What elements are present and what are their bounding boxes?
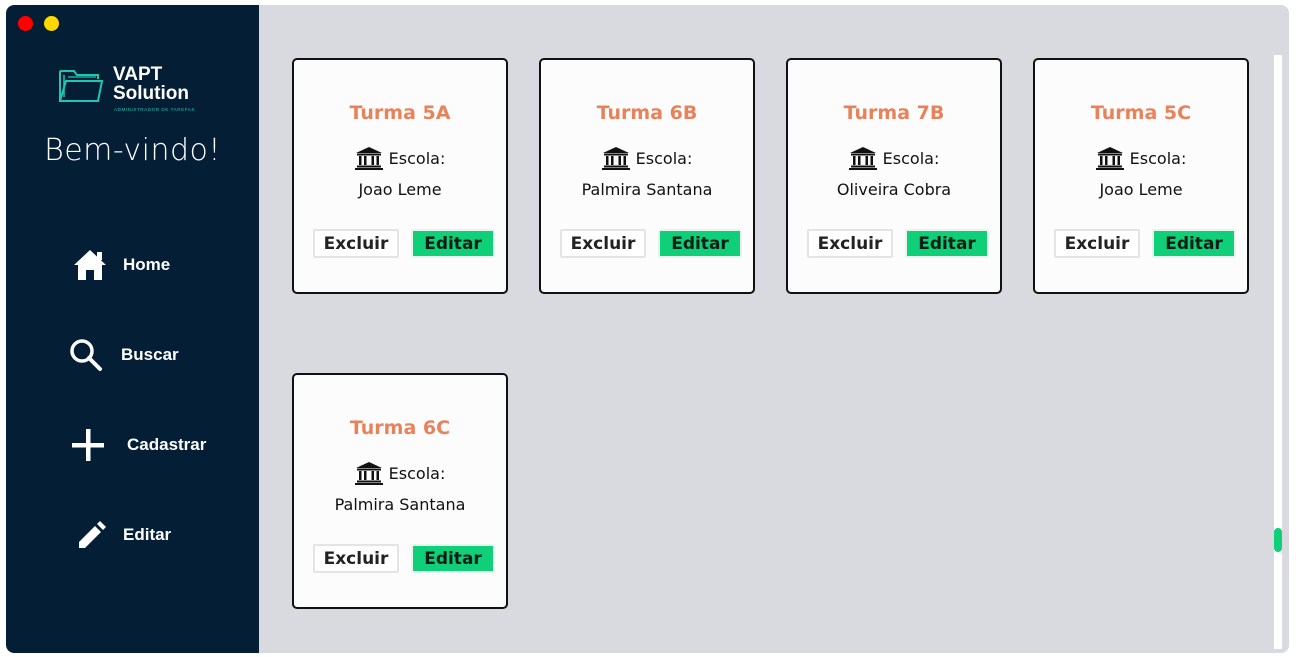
delete-button[interactable]: Excluir bbox=[313, 229, 399, 258]
class-card: Turma 5A Escola: Joao Leme Excluir Edita… bbox=[292, 58, 508, 294]
logo-title: VAPT Solution bbox=[113, 65, 189, 103]
sidebar: VAPT Solution ADMINISTRADOR DE TAREFAS B… bbox=[6, 5, 259, 653]
escola-label: Escola: bbox=[882, 148, 940, 168]
app-window: VAPT Solution ADMINISTRADOR DE TAREFAS B… bbox=[6, 5, 1289, 653]
school-name: Palmira Santana bbox=[334, 495, 466, 514]
logo-subtitle: ADMINISTRADOR DE TAREFAS bbox=[114, 107, 195, 112]
logo-title-line2: Solution bbox=[113, 83, 189, 104]
scrollbar-track[interactable] bbox=[1274, 55, 1282, 649]
edit-button[interactable]: Editar bbox=[905, 229, 989, 258]
school-building-icon bbox=[848, 147, 877, 170]
delete-button[interactable]: Excluir bbox=[1054, 229, 1140, 258]
school-name: Joao Leme bbox=[1099, 180, 1183, 199]
app-logo: VAPT Solution ADMINISTRADOR DE TAREFAS bbox=[58, 65, 208, 115]
close-window-button[interactable] bbox=[18, 16, 33, 31]
card-title: Turma 7B bbox=[843, 102, 945, 124]
school-building-icon bbox=[1095, 147, 1124, 170]
nav-editar-label: Editar bbox=[123, 525, 172, 544]
school-name: Oliveira Cobra bbox=[836, 180, 952, 199]
escola-label: Escola: bbox=[1129, 148, 1187, 168]
card-escola-row: Escola: bbox=[541, 146, 753, 170]
nav-cadastrar[interactable]: Cadastrar bbox=[68, 423, 206, 467]
escola-label: Escola: bbox=[388, 463, 446, 483]
class-card: Turma 5C Escola: Joao Leme Excluir Edita… bbox=[1033, 58, 1249, 294]
nav-buscar[interactable]: Buscar bbox=[66, 333, 179, 377]
nav-editar[interactable]: Editar bbox=[72, 513, 171, 557]
minimize-window-button[interactable] bbox=[44, 16, 59, 31]
escola-label: Escola: bbox=[635, 148, 693, 168]
edit-button[interactable]: Editar bbox=[1152, 229, 1236, 258]
logo-title-line1: VAPT bbox=[113, 64, 163, 85]
class-card: Turma 6B Escola: Palmira Santana Excluir… bbox=[539, 58, 755, 294]
plus-icon bbox=[68, 425, 108, 465]
school-name: Joao Leme bbox=[358, 180, 442, 199]
nav-home-label: Home bbox=[123, 255, 171, 274]
nav-cadastrar-label: Cadastrar bbox=[127, 435, 207, 454]
edit-button[interactable]: Editar bbox=[411, 544, 495, 573]
folder-icon bbox=[58, 70, 104, 102]
scrollbar-thumb[interactable] bbox=[1274, 528, 1282, 552]
school-building-icon bbox=[354, 462, 383, 485]
card-escola-row: Escola: bbox=[1035, 146, 1247, 170]
edit-button[interactable]: Editar bbox=[411, 229, 495, 258]
school-building-icon bbox=[354, 147, 383, 170]
card-escola-row: Escola: bbox=[788, 146, 1000, 170]
delete-button[interactable]: Excluir bbox=[560, 229, 646, 258]
card-title: Turma 6C bbox=[349, 417, 451, 439]
school-name: Palmira Santana bbox=[581, 180, 713, 199]
nav-home[interactable]: Home bbox=[70, 243, 170, 287]
class-card: Turma 6C Escola: Palmira Santana Excluir… bbox=[292, 373, 508, 609]
delete-button[interactable]: Excluir bbox=[807, 229, 893, 258]
card-escola-row: Escola: bbox=[294, 461, 506, 485]
card-title: Turma 5A bbox=[349, 102, 451, 124]
school-building-icon bbox=[601, 147, 630, 170]
home-icon bbox=[70, 245, 110, 285]
escola-label: Escola: bbox=[388, 148, 446, 168]
nav-buscar-label: Buscar bbox=[121, 345, 179, 364]
search-icon bbox=[66, 335, 106, 375]
delete-button[interactable]: Excluir bbox=[313, 544, 399, 573]
edit-button[interactable]: Editar bbox=[658, 229, 742, 258]
class-card: Turma 7B Escola: Oliveira Cobra Excluir … bbox=[786, 58, 1002, 294]
card-title: Turma 6B bbox=[596, 102, 698, 124]
card-escola-row: Escola: bbox=[294, 146, 506, 170]
card-title: Turma 5C bbox=[1090, 102, 1192, 124]
welcome-heading: Bem-vindo! bbox=[44, 133, 221, 168]
pencil-icon bbox=[72, 515, 112, 555]
